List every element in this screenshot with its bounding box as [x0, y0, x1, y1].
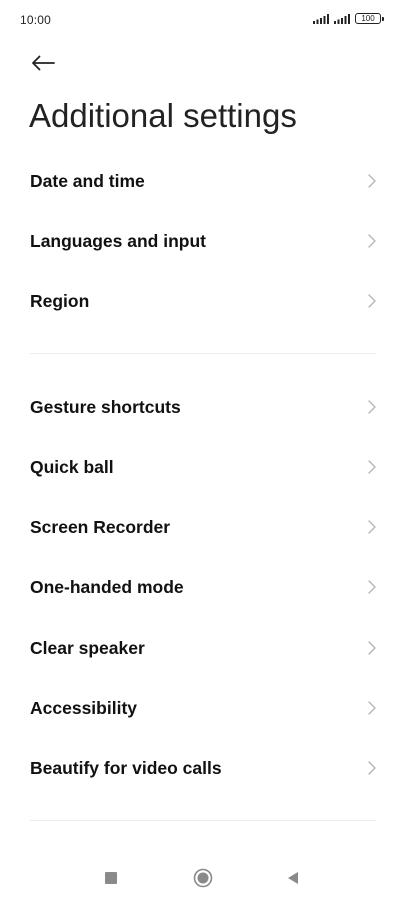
- setting-gesture-shortcuts[interactable]: Gesture shortcuts: [0, 377, 406, 437]
- status-icons: 100: [313, 13, 384, 24]
- setting-label: Languages and input: [30, 230, 206, 251]
- recents-square-icon: [105, 872, 117, 884]
- setting-quick-ball[interactable]: Quick ball: [0, 437, 406, 497]
- chevron-right-icon: [367, 760, 377, 776]
- signal-icon: [334, 13, 350, 24]
- setting-label: Clear speaker: [30, 637, 145, 658]
- setting-beautify-for-video-calls[interactable]: Beautify for video calls: [0, 738, 406, 798]
- setting-label: Accessibility: [30, 697, 137, 718]
- setting-label: Beautify for video calls: [30, 757, 222, 778]
- setting-label: Screen Recorder: [30, 516, 171, 537]
- setting-label: Gesture shortcuts: [30, 396, 181, 417]
- chevron-right-icon: [367, 399, 377, 415]
- chevron-right-icon: [367, 640, 377, 656]
- home-circle-icon: [193, 868, 213, 888]
- signal-icon: [313, 13, 329, 24]
- setting-label: One-handed mode: [30, 576, 184, 597]
- status-bar: 10:00 100: [0, 0, 406, 40]
- setting-screen-recorder[interactable]: Screen Recorder: [0, 497, 406, 557]
- chevron-right-icon: [367, 519, 377, 535]
- battery-tip: [382, 16, 384, 21]
- chevron-right-icon: [367, 700, 377, 716]
- section-divider: [30, 353, 376, 354]
- setting-label: Quick ball: [30, 456, 114, 477]
- setting-languages-and-input[interactable]: Languages and input: [0, 211, 406, 271]
- setting-label: Date and time: [30, 170, 145, 191]
- battery-icon: 100: [355, 13, 384, 24]
- chevron-right-icon: [367, 173, 377, 189]
- navigation-bar: [0, 852, 406, 902]
- setting-accessibility[interactable]: Accessibility: [0, 678, 406, 738]
- status-time: 10:00: [20, 13, 52, 27]
- setting-label: Region: [30, 290, 90, 311]
- home-button[interactable]: [192, 867, 214, 889]
- back-arrow-icon: [32, 55, 55, 71]
- battery-level: 100: [355, 13, 381, 24]
- chevron-right-icon: [367, 459, 377, 475]
- section-divider: [30, 820, 376, 821]
- chevron-right-icon: [367, 293, 377, 309]
- chevron-right-icon: [367, 579, 377, 595]
- back-triangle-icon: [288, 872, 298, 884]
- recents-button[interactable]: [100, 867, 122, 889]
- chevron-right-icon: [367, 233, 377, 249]
- setting-date-and-time[interactable]: Date and time: [0, 151, 406, 211]
- system-back-button[interactable]: [282, 867, 304, 889]
- setting-region[interactable]: Region: [0, 271, 406, 331]
- page-title: Additional settings: [29, 97, 297, 134]
- back-button[interactable]: [28, 48, 58, 78]
- setting-clear-speaker[interactable]: Clear speaker: [0, 618, 406, 678]
- setting-one-handed-mode[interactable]: One-handed mode: [0, 557, 406, 617]
